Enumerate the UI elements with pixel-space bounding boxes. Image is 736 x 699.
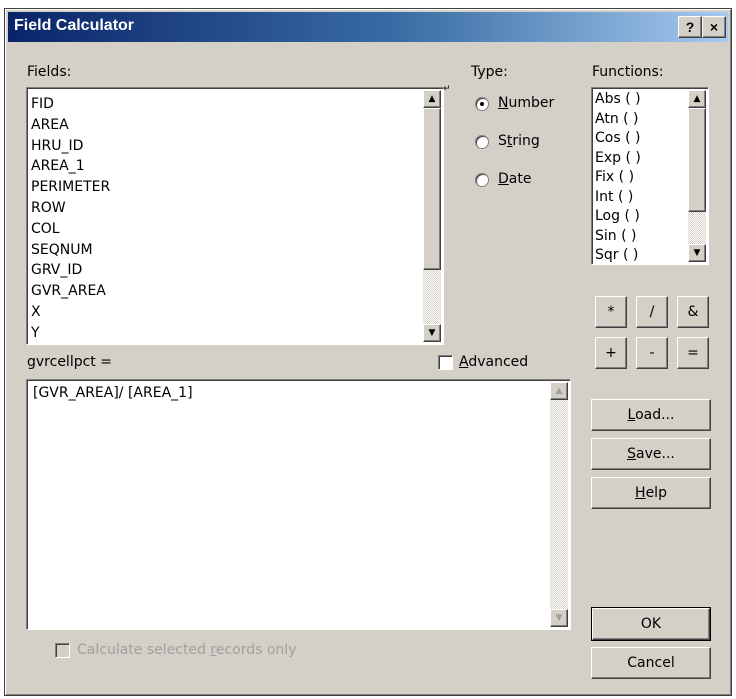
field-list-item[interactable]: AREA_1 bbox=[31, 158, 85, 174]
function-list-item[interactable]: Sqr ( ) bbox=[595, 247, 638, 263]
scroll-down-arrow-icon[interactable]: ▼ bbox=[423, 324, 441, 342]
scroll-up-arrow-icon[interactable]: ▲ bbox=[550, 382, 568, 400]
field-list-item[interactable]: GRV_ID bbox=[31, 262, 82, 278]
field-calculator-dialog: Field Calculator ? × Fields: ▲ ▼ FID AREA… bbox=[4, 8, 732, 696]
field-list-item[interactable]: HRU_ID bbox=[31, 138, 83, 154]
type-radio-date[interactable] bbox=[475, 173, 489, 187]
function-list-item[interactable]: Abs ( ) bbox=[595, 91, 641, 107]
function-list-item[interactable]: Cos ( ) bbox=[595, 130, 640, 146]
operator-plus-button[interactable]: + bbox=[595, 337, 627, 369]
scroll-up-arrow-icon[interactable]: ▲ bbox=[423, 90, 441, 108]
scroll-up-arrow-icon[interactable]: ▲ bbox=[688, 90, 706, 108]
field-list-item[interactable]: FID bbox=[31, 96, 54, 112]
function-list-item[interactable]: Fix ( ) bbox=[595, 169, 634, 185]
function-list-item[interactable]: Log ( ) bbox=[595, 208, 640, 224]
scroll-down-arrow-icon[interactable]: ▼ bbox=[550, 609, 568, 627]
field-list-item[interactable]: AREA bbox=[31, 117, 69, 133]
fields-scroll-thumb[interactable] bbox=[423, 108, 441, 270]
field-list-item[interactable]: Y bbox=[31, 325, 40, 341]
expression-label: gvrcellpct = bbox=[27, 354, 112, 370]
fields-list[interactable]: ▲ ▼ FID AREA HRU_ID AREA_1 PERIMETER ROW COL SE… bbox=[26, 87, 444, 345]
type-label: Type: bbox=[471, 64, 508, 80]
function-list-item[interactable]: Sin ( ) bbox=[595, 228, 636, 244]
operator-equals-button[interactable]: = bbox=[677, 337, 709, 369]
sort-icon[interactable]: ↵ bbox=[443, 84, 453, 94]
field-list-item[interactable]: COL bbox=[31, 221, 60, 237]
type-label-date: Date bbox=[498, 171, 532, 187]
close-button[interactable]: × bbox=[702, 16, 726, 38]
scroll-down-arrow-icon[interactable]: ▼ bbox=[688, 244, 706, 262]
ok-button[interactable]: OK bbox=[591, 607, 711, 641]
calc-selected-label: Calculate selected records only bbox=[77, 642, 297, 658]
type-radio-string[interactable] bbox=[475, 135, 489, 149]
functions-scrollbar[interactable]: ▲ ▼ bbox=[688, 90, 706, 262]
operator-concat-button[interactable]: & bbox=[677, 296, 709, 328]
window-title: Field Calculator bbox=[14, 17, 135, 34]
advanced-label: Advanced bbox=[459, 354, 529, 370]
fields-scrollbar[interactable]: ▲ ▼ bbox=[423, 90, 441, 342]
save-button[interactable]: Save... bbox=[591, 438, 711, 470]
load-button[interactable]: Load... bbox=[591, 399, 711, 431]
function-list-item[interactable]: Exp ( ) bbox=[595, 150, 641, 166]
field-list-item[interactable]: X bbox=[31, 304, 41, 320]
field-list-item[interactable]: SEQNUM bbox=[31, 242, 93, 258]
help-title-button[interactable]: ? bbox=[678, 16, 702, 38]
help-button[interactable]: Help bbox=[591, 477, 711, 509]
calc-selected-checkbox[interactable] bbox=[55, 643, 70, 658]
functions-label: Functions: bbox=[592, 64, 664, 80]
field-list-item[interactable]: GVR_AREA bbox=[31, 283, 106, 299]
type-label-string: String bbox=[498, 133, 540, 149]
type-label-number: Number bbox=[498, 95, 555, 111]
expression-textbox[interactable]: [GVR_AREA]/ [AREA_1] ▲ ▼ bbox=[26, 379, 571, 630]
operator-minus-button[interactable]: - bbox=[636, 337, 668, 369]
functions-list[interactable]: ▲ ▼ Abs ( ) Atn ( ) Cos ( ) Exp ( ) Fix ( ) I… bbox=[591, 87, 709, 265]
operator-divide-button[interactable]: / bbox=[636, 296, 668, 328]
expression-text: [GVR_AREA]/ [AREA_1] bbox=[33, 385, 193, 401]
expression-scrollbar[interactable]: ▲ ▼ bbox=[550, 382, 568, 627]
operator-multiply-button[interactable]: * bbox=[595, 296, 627, 328]
functions-scroll-thumb[interactable] bbox=[688, 108, 706, 212]
type-radio-number[interactable] bbox=[475, 97, 489, 111]
field-list-item[interactable]: ROW bbox=[31, 200, 66, 216]
advanced-checkbox[interactable] bbox=[438, 355, 453, 370]
field-list-item[interactable]: PERIMETER bbox=[31, 179, 110, 195]
fields-label: Fields: bbox=[27, 64, 72, 80]
function-list-item[interactable]: Atn ( ) bbox=[595, 111, 639, 127]
cancel-button[interactable]: Cancel bbox=[591, 647, 711, 679]
title-bar[interactable]: Field Calculator ? × bbox=[8, 12, 728, 42]
function-list-item[interactable]: Int ( ) bbox=[595, 189, 633, 205]
